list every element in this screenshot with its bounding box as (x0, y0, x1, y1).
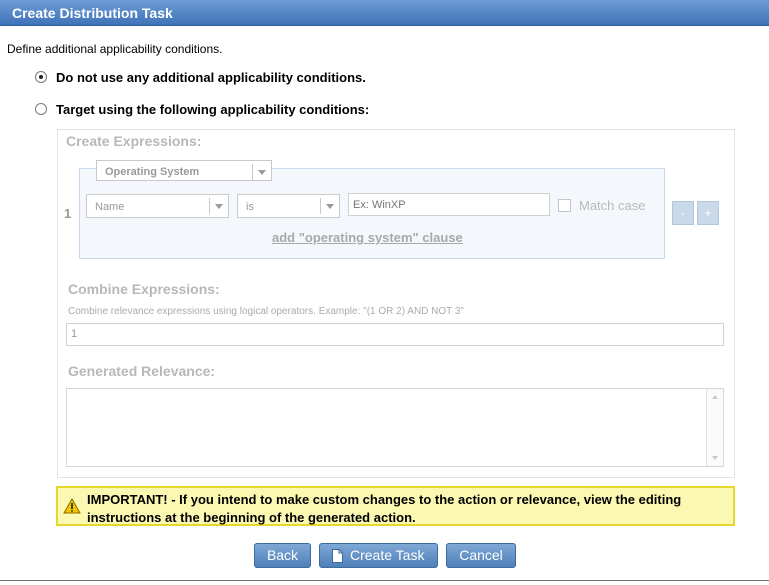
warning-text: IMPORTANT! - If you intend to make custo… (87, 492, 682, 525)
radio-no-conditions[interactable] (35, 71, 47, 83)
radio-target-conditions[interactable] (35, 103, 47, 115)
match-case-label: Match case (579, 198, 646, 213)
scroll-arrows-icon (712, 395, 718, 460)
property-select[interactable]: Name (86, 194, 229, 218)
bottom-divider (0, 580, 769, 581)
document-icon (332, 549, 343, 563)
category-select-value: Operating System (105, 166, 200, 178)
category-select[interactable]: Operating System (96, 160, 272, 181)
remove-expression-button[interactable]: - (672, 201, 694, 225)
option-target-conditions-label[interactable]: Target using the following applicability… (56, 102, 369, 117)
chevron-down-icon (209, 198, 228, 214)
operator-select[interactable]: is (237, 194, 340, 218)
add-expression-button[interactable]: + (697, 201, 719, 225)
chevron-down-icon (252, 164, 271, 180)
generated-relevance-textarea[interactable] (66, 388, 724, 467)
value-input[interactable] (348, 193, 550, 216)
warning-icon (63, 498, 81, 514)
generated-relevance-heading: Generated Relevance: (68, 363, 216, 379)
property-select-value: Name (95, 201, 125, 213)
create-task-label: Create Task (350, 547, 425, 563)
chevron-down-icon (320, 198, 339, 214)
create-expressions-heading: Create Expressions: (66, 133, 202, 149)
window-title-bar: Create Distribution Task (0, 0, 769, 26)
operator-select-value: is (246, 201, 254, 213)
intro-text: Define additional applicability conditio… (7, 42, 223, 56)
combine-expressions-value: 1 (71, 328, 78, 340)
important-warning-banner: IMPORTANT! - If you intend to make custo… (56, 486, 735, 526)
match-case-checkbox[interactable] (558, 199, 571, 212)
scrollbar[interactable] (706, 389, 723, 466)
back-button[interactable]: Back (254, 543, 311, 568)
create-task-button[interactable]: Create Task (319, 543, 438, 568)
expression-index: 1 (64, 206, 72, 221)
cancel-button[interactable]: Cancel (446, 543, 516, 568)
option-no-conditions-label[interactable]: Do not use any additional applicability … (56, 70, 366, 85)
add-clause-link[interactable]: add "operating system" clause (272, 230, 463, 245)
window-title: Create Distribution Task (12, 5, 173, 21)
combine-expressions-heading: Combine Expressions: (68, 281, 220, 297)
combine-expressions-hint: Combine relevance expressions using logi… (68, 306, 464, 317)
combine-expressions-input[interactable]: 1 (66, 323, 724, 346)
